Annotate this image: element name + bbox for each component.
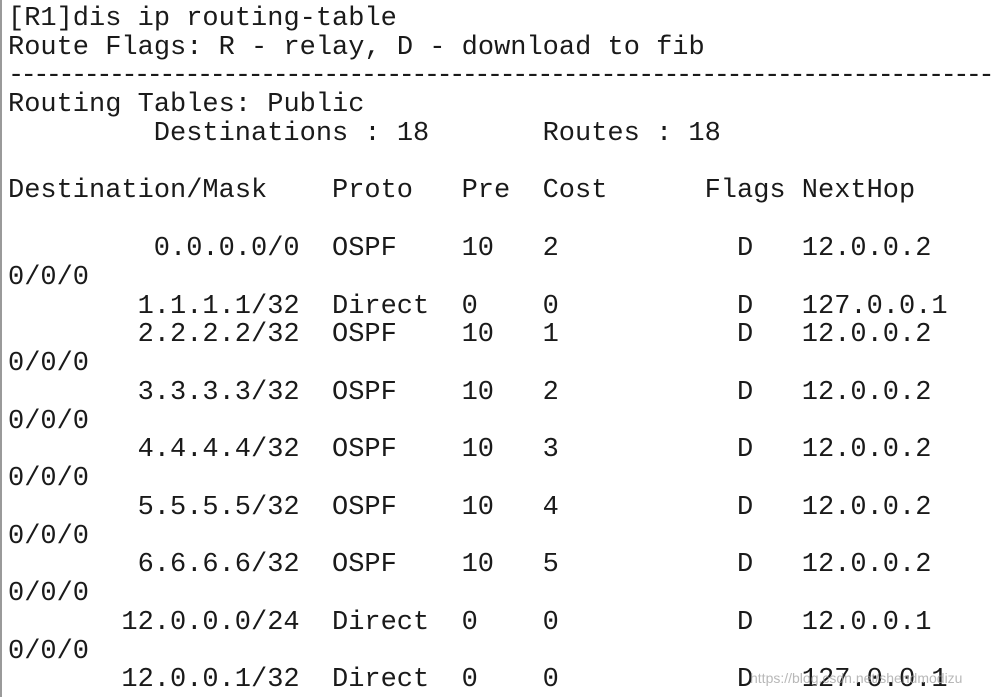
route-destination: 12.0.0.1/32 (121, 665, 300, 696)
route-destination: 1.1.1.1/32 (137, 291, 300, 322)
route-nexthop: 12.0.0.2 (801, 320, 932, 351)
route-flags: D (737, 550, 754, 581)
route-destination: 6.6.6.6/32 (137, 550, 300, 581)
destinations-count: Destinations : 18 (153, 119, 430, 149)
route-destination: 4.4.4.4/32 (137, 435, 300, 466)
route-cost: 0 (542, 665, 559, 696)
route-interface: 0/0/0 (8, 349, 90, 379)
route-interface: 0/0/0 (8, 262, 90, 293)
route-proto: OSPF (332, 377, 397, 408)
route-interface: 0/0/0 (8, 521, 90, 552)
route-nexthop: 127.0.0.1 (801, 291, 948, 322)
route-proto: OSPF (332, 234, 397, 264)
route-destination: 2.2.2.2/32 (137, 320, 300, 351)
route-pre: 10 (461, 435, 494, 466)
command-line: [R1]dis ip routing-table (8, 4, 397, 34)
separator-line: ----------------------------------------… (8, 61, 995, 91)
route-flags: D (737, 320, 754, 351)
route-pre: 10 (461, 320, 494, 351)
route-interface: 0/0/0 (8, 464, 90, 494)
table-header: Destination/Mask Proto Pre Cost Flags Ne… (8, 177, 915, 206)
route-flags: D (737, 234, 754, 264)
route-cost: 3 (542, 435, 559, 466)
route-cost: 1 (542, 320, 559, 351)
route-destination: 0.0.0.0/0 (153, 234, 300, 264)
route-nexthop: 12.0.0.2 (801, 234, 932, 264)
route-pre: 0 (461, 665, 478, 696)
route-flags: D (737, 492, 754, 523)
summary-line: Destinations : 18 Routes : 18 (8, 120, 721, 149)
route-cost: 0 (542, 607, 559, 638)
header-flags: Flags (704, 176, 786, 206)
route-flags: D (737, 607, 754, 638)
route-nexthop: 12.0.0.2 (801, 435, 932, 466)
header-cost: Cost (542, 176, 608, 206)
route-cost: 2 (542, 234, 559, 264)
route-interface: 0/0/0 (8, 636, 90, 667)
route-proto: Direct (332, 607, 430, 638)
route-flags: D (737, 435, 754, 466)
route-interface: 0/0/0 (8, 406, 90, 437)
route-proto: OSPF (332, 550, 397, 581)
route-pre: 0 (461, 291, 478, 322)
route-pre: 10 (461, 377, 494, 408)
route-flags: D (737, 291, 754, 322)
route-proto: Direct (332, 291, 430, 322)
route-cost: 5 (542, 550, 559, 581)
route-proto: Direct (332, 665, 430, 696)
watermark: https://blog.csdn.net/shendmodizu (750, 670, 963, 686)
route-nexthop: 12.0.0.2 (801, 550, 932, 581)
routes-count: Routes : 18 (542, 119, 721, 149)
route-destination: 5.5.5.5/32 (137, 492, 300, 523)
route-destination: 3.3.3.3/32 (137, 377, 300, 408)
terminal-window: [R1]dis ip routing-table Route Flags: R … (0, 0, 1000, 697)
route-pre: 10 (461, 492, 494, 523)
routing-table-name: Routing Tables: Public (8, 90, 365, 120)
route-cost: 4 (542, 492, 559, 523)
route-cost: 2 (542, 377, 559, 408)
route-proto: OSPF (332, 492, 397, 523)
route-flags: D (737, 377, 754, 408)
route-proto: OSPF (332, 435, 397, 466)
route-nexthop: 12.0.0.2 (801, 492, 932, 523)
header-destination: Destination/Mask (8, 176, 268, 206)
header-nexthop: NextHop (801, 176, 916, 206)
header-pre: Pre (461, 176, 511, 206)
route-proto: OSPF (332, 320, 397, 351)
route-nexthop: 12.0.0.1 (801, 607, 932, 638)
route-pre: 10 (461, 234, 494, 264)
route-cost: 0 (542, 291, 559, 322)
route-flags-legend: Route Flags: R - relay, D - download to … (8, 33, 705, 63)
route-destination: 12.0.0.0/24 (121, 607, 300, 638)
route-pre: 10 (461, 550, 494, 581)
route-interface: 0/0/0 (8, 579, 90, 609)
route-pre: 0 (461, 607, 478, 638)
route-nexthop: 12.0.0.2 (801, 377, 932, 408)
header-proto: Proto (332, 176, 414, 206)
